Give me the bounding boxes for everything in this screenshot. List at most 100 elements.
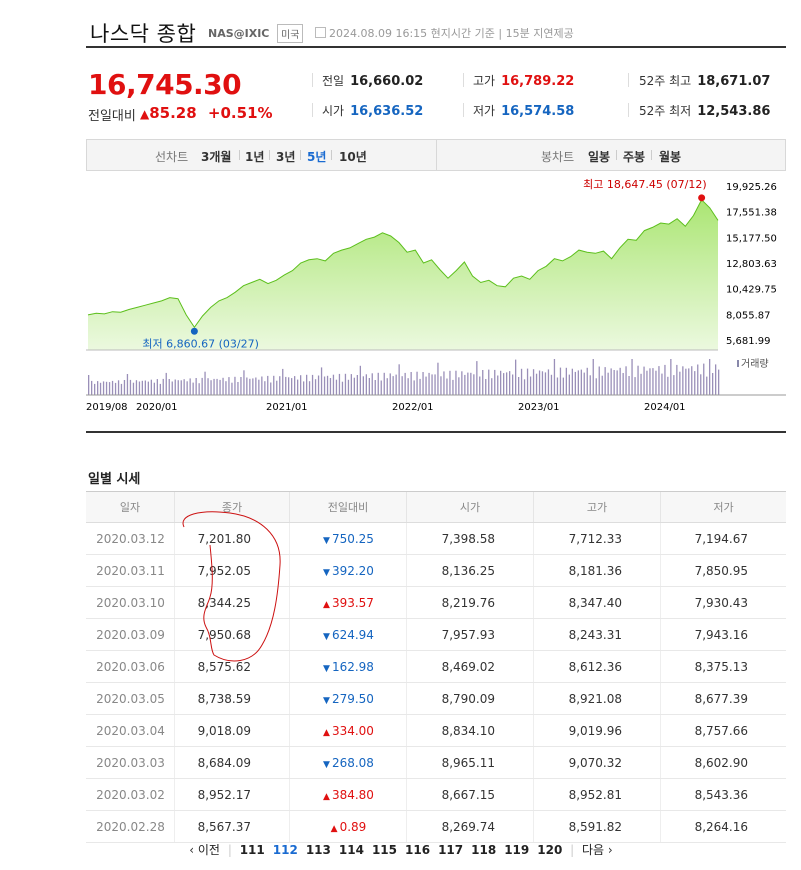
- low-annotation: 최저 6,860.67 (03/27): [142, 337, 259, 350]
- row-open: 8,469.02: [406, 650, 534, 683]
- volume-bar: [395, 374, 397, 395]
- down-arrow-icon: ▼: [323, 567, 330, 578]
- x-tick-label: 2021/01: [266, 402, 308, 413]
- col-date: 일자: [86, 491, 175, 523]
- row-change-value: 393.57: [331, 595, 374, 610]
- volume-bar: [476, 361, 478, 395]
- volume-bar: [598, 366, 600, 395]
- row-high: 8,591.82: [533, 810, 661, 843]
- date-info-text: 2024.08.09 16:15 현지시간 기준 | 15분 지연제공: [329, 27, 574, 40]
- volume-bar: [94, 383, 96, 395]
- page-link-120[interactable]: 120: [537, 843, 562, 857]
- row-change: ▼ 392.20: [289, 554, 407, 587]
- volume-bar: [550, 374, 553, 395]
- volume-bar: [664, 364, 666, 395]
- price-chart[interactable]: 19,925.26 17,551.38 15,177.50 12,803.63 10,4…: [86, 176, 786, 416]
- candle-monthly[interactable]: 월봉: [659, 148, 681, 165]
- volume-bar: [294, 376, 296, 395]
- row-open: 7,957.93: [406, 618, 534, 651]
- volume-bar: [297, 379, 299, 395]
- volume-bar: [485, 379, 487, 395]
- divider: [436, 140, 437, 170]
- volume-bar: [404, 372, 406, 395]
- period-3y[interactable]: 3년: [276, 148, 295, 165]
- volume-bar: [171, 381, 173, 395]
- volume-bar: [303, 381, 305, 395]
- volume-bar: [515, 359, 517, 395]
- volume-bar: [670, 359, 672, 395]
- period-3m[interactable]: 3개월: [201, 148, 231, 165]
- volume-bar: [308, 381, 311, 395]
- volume-bar: [347, 379, 350, 395]
- candle-daily[interactable]: 일봉: [588, 148, 610, 165]
- page-link-116[interactable]: 116: [405, 843, 430, 857]
- volume-bar: [667, 376, 669, 395]
- volume-bar: [276, 380, 278, 395]
- volume-bar: [332, 374, 335, 395]
- volume-bar: [380, 380, 382, 395]
- low-marker: [190, 327, 198, 335]
- down-arrow-icon: ▼: [323, 535, 330, 546]
- volume-bar: [386, 378, 388, 395]
- volume-bar: [643, 366, 645, 395]
- period-5y[interactable]: 5년: [307, 148, 326, 165]
- table-row: 2020.03.03 8,684.09 ▼ 268.08 8,965.11 9,070.3…: [86, 746, 786, 779]
- high-marker: [698, 194, 706, 202]
- handwritten-circle-annotation: [182, 511, 281, 662]
- down-arrow-icon: ▼: [323, 759, 330, 770]
- volume-bar: [123, 380, 126, 395]
- table-row: 2020.03.02 8,952.17 ▲ 384.80 8,667.15 8,952.8…: [86, 778, 786, 811]
- next-page-link[interactable]: 다음 ›: [582, 841, 613, 858]
- page-link-113[interactable]: 113: [306, 843, 331, 857]
- w52-low-label: 52주 최저: [639, 104, 692, 118]
- page-link-119[interactable]: 119: [504, 843, 529, 857]
- prev-page-link[interactable]: ‹ 이전: [189, 841, 220, 858]
- row-low: 8,375.13: [660, 650, 786, 683]
- volume-legend: 거래량: [741, 358, 769, 370]
- volume-bar: [117, 380, 120, 395]
- row-open: 8,667.15: [406, 778, 534, 811]
- open-value: 16,636.52: [350, 104, 424, 119]
- volume-bar: [389, 373, 391, 395]
- volume-bar: [532, 369, 535, 395]
- volume-bar: [300, 375, 302, 395]
- row-change: ▼ 624.94: [289, 618, 407, 651]
- volume-bar: [631, 359, 633, 395]
- row-change-value: 162.98: [331, 659, 374, 674]
- volume-bar: [422, 372, 424, 395]
- candle-weekly[interactable]: 주봉: [623, 148, 645, 165]
- volume-bar: [264, 381, 266, 395]
- volume-bar: [431, 374, 433, 395]
- volume-bar: [697, 364, 699, 395]
- page-link-114[interactable]: 114: [339, 843, 364, 857]
- volume-bar: [329, 378, 332, 395]
- volume-bar: [547, 369, 550, 395]
- volume-bar: [718, 369, 720, 395]
- row-low: 8,677.39: [660, 682, 786, 715]
- page-link-115[interactable]: 115: [372, 843, 397, 857]
- volume-bar: [586, 367, 588, 395]
- volume-bar: [622, 373, 624, 395]
- volume-bar: [616, 370, 618, 395]
- high: 고가 16,789.22: [473, 72, 574, 89]
- volume-bar: [344, 373, 347, 395]
- page-link-117[interactable]: 117: [438, 843, 463, 857]
- volume-bar: [141, 380, 143, 395]
- volume-bar: [503, 373, 505, 395]
- volume-bar: [97, 381, 99, 395]
- page-link-118[interactable]: 118: [471, 843, 496, 857]
- open: 시가 16,636.52: [322, 102, 423, 119]
- period-1y[interactable]: 1년: [245, 148, 264, 165]
- volume-bar: [613, 370, 615, 395]
- row-low: 8,602.90: [660, 746, 786, 779]
- period-10y[interactable]: 10년: [339, 148, 367, 165]
- volume-bar: [425, 376, 427, 395]
- volume-bar: [428, 372, 430, 395]
- row-open: 8,136.25: [406, 554, 534, 587]
- volume-bar: [512, 374, 514, 395]
- volume-bar: [365, 374, 367, 395]
- page-link-112[interactable]: 112: [273, 843, 298, 857]
- volume-bar: [506, 372, 508, 395]
- volume-bar: [105, 381, 108, 395]
- page-link-111[interactable]: 111: [240, 843, 265, 857]
